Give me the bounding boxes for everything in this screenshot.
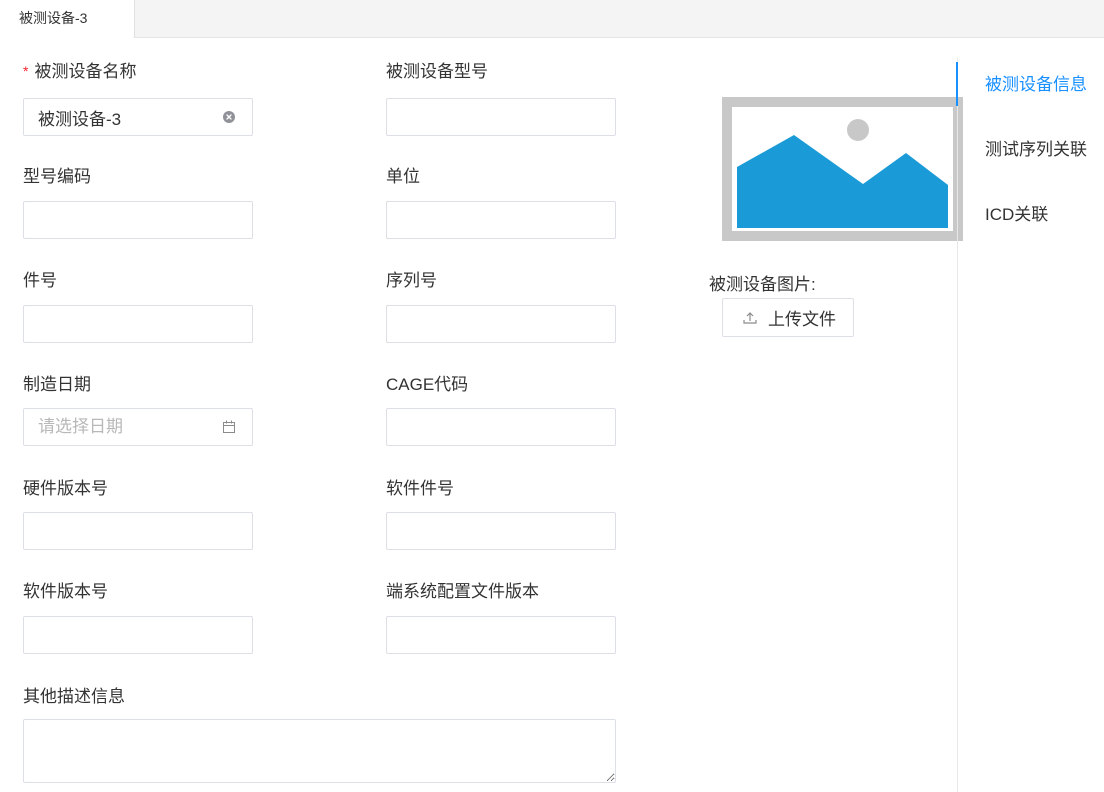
upload-icon	[742, 310, 758, 326]
software-version-input[interactable]	[24, 617, 252, 653]
part-number-input[interactable]	[24, 306, 252, 342]
software-part-number-field	[386, 512, 616, 550]
software-part-number-label: 软件件号	[386, 479, 454, 498]
cage-code-input[interactable]	[387, 409, 615, 445]
description-label: 其他描述信息	[23, 687, 125, 706]
part-number-field	[23, 305, 253, 343]
nav-item-test-sequence[interactable]: 测试序列关联	[985, 140, 1087, 160]
nav-active-indicator	[956, 62, 958, 106]
software-version-label: 软件版本号	[23, 582, 108, 601]
model-code-input[interactable]	[24, 202, 252, 238]
es-config-version-input[interactable]	[387, 617, 615, 653]
description-textarea[interactable]	[23, 719, 616, 783]
image-sun	[847, 119, 869, 141]
hardware-version-label: 硬件版本号	[23, 479, 108, 498]
manufacture-date-input[interactable]	[24, 409, 252, 445]
device-image-label: 被测设备图片:	[709, 275, 816, 294]
cage-code-field	[386, 408, 616, 446]
manufacture-date-picker	[23, 408, 253, 446]
clear-icon[interactable]	[222, 110, 236, 124]
calendar-icon[interactable]	[222, 420, 236, 434]
es-config-version-label: 端系统配置文件版本	[386, 582, 539, 601]
model-code-label: 型号编码	[23, 167, 91, 186]
unit-input[interactable]	[387, 202, 615, 238]
serial-number-input[interactable]	[387, 306, 615, 342]
tab-bar: 被测设备-3	[0, 0, 1104, 38]
hardware-version-input[interactable]	[24, 513, 252, 549]
tab-label: 被测设备-3	[19, 10, 88, 26]
device-name-label: * 被测设备名称	[23, 62, 136, 82]
part-number-label: 件号	[23, 271, 57, 290]
upload-file-button[interactable]: 上传文件	[722, 298, 854, 337]
device-model-field	[386, 98, 616, 136]
device-name-field	[23, 98, 253, 136]
device-name-input[interactable]	[24, 99, 252, 135]
serial-number-field	[386, 305, 616, 343]
nav-item-device-info[interactable]: 被测设备信息	[985, 75, 1087, 95]
device-model-input[interactable]	[387, 99, 615, 135]
nav-item-icd[interactable]: ICD关联	[985, 205, 1048, 225]
model-code-field	[23, 201, 253, 239]
unit-label: 单位	[386, 167, 420, 186]
cage-code-label: CAGE代码	[386, 375, 469, 394]
software-version-field	[23, 616, 253, 654]
unit-field	[386, 201, 616, 239]
software-part-number-input[interactable]	[387, 513, 615, 549]
es-config-version-field	[386, 616, 616, 654]
device-name-label-text: 被测设备名称	[34, 62, 137, 81]
serial-number-label: 序列号	[386, 271, 437, 290]
device-model-label: 被测设备型号	[386, 62, 488, 81]
required-mark: *	[23, 63, 29, 79]
manufacture-date-label: 制造日期	[23, 375, 91, 394]
hardware-version-field	[23, 512, 253, 550]
tab-device-3[interactable]: 被测设备-3	[0, 0, 135, 38]
upload-file-label: 上传文件	[768, 310, 836, 329]
nav-track	[957, 58, 958, 792]
image-placeholder-icon	[722, 97, 963, 241]
